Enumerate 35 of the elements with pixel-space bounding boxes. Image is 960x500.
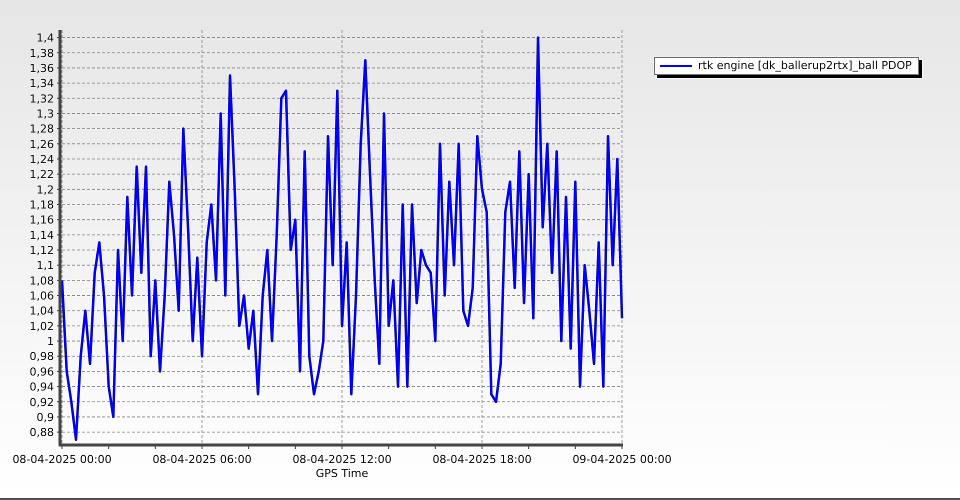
y-tick-label: 1,36 (30, 62, 54, 75)
y-tick-label: 1,26 (30, 138, 54, 151)
x-tick-label: 08-04-2025 06:00 (152, 453, 252, 466)
y-tick-label: 1,2 (36, 183, 54, 196)
y-tick-label: 1,04 (30, 304, 54, 318)
y-tick-label: 0,92 (30, 396, 54, 409)
y-tick-label: 1,1 (36, 259, 54, 272)
y-tick-label: 1 (47, 335, 54, 348)
legend-line-icon (660, 64, 692, 66)
x-axis-title: GPS Time (316, 467, 368, 480)
y-tick-label: 1,38 (30, 46, 54, 60)
y-tick-label: 1,3 (36, 107, 54, 120)
y-tick-label: 1,02 (30, 320, 54, 333)
legend-label: rtk engine [dk_ballerup2rtx]_ball PDOP (698, 59, 912, 72)
y-tick-label: 0,96 (30, 365, 54, 378)
y-tick-label: 0,9 (36, 410, 54, 424)
y-tick-label: 1,34 (30, 77, 54, 90)
y-tick-label: 1,12 (30, 244, 54, 258)
y-tick-label: 1,28 (30, 122, 54, 136)
y-tick-label: 1,4 (36, 32, 54, 45)
y-tick-label: 1,14 (30, 228, 54, 242)
x-tick-label: 09-04-2025 00:00 (572, 453, 672, 466)
y-tick-label: 0,88 (30, 426, 54, 440)
y-tick-label: 1,08 (30, 274, 54, 288)
y-tick-label: 1,16 (30, 214, 54, 227)
x-tick-label: 08-04-2025 00:00 (12, 453, 112, 466)
y-tick-label: 1,06 (30, 290, 54, 303)
y-tick-label: 0,98 (30, 350, 54, 364)
y-tick-label: 1,22 (30, 168, 54, 182)
x-tick-label: 08-04-2025 18:00 (432, 453, 532, 466)
y-tick-label: 1,32 (30, 92, 54, 106)
y-tick-label: 0,94 (30, 380, 54, 394)
y-tick-label: 1,24 (30, 152, 54, 166)
x-tick-label: 08-04-2025 12:00 (292, 453, 392, 466)
y-tick-label: 1,18 (30, 198, 54, 212)
